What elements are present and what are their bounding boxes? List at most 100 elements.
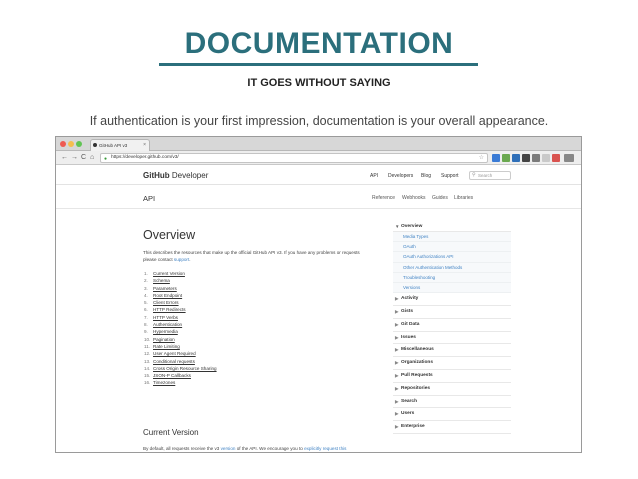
nav-support[interactable]: Support (441, 173, 459, 179)
toc-link[interactable]: Authentication (153, 322, 182, 327)
toc-link[interactable]: Cross Origin Resource Sharing (153, 366, 217, 371)
toc-item: 1. Current Version (144, 270, 344, 277)
toc-link[interactable]: Conditional requests (153, 359, 195, 364)
sidebar-subitem[interactable]: Troubleshooting (393, 272, 511, 283)
tab-webhooks[interactable]: Webhooks (402, 195, 426, 201)
extension-icon[interactable] (532, 154, 540, 162)
toc-link[interactable]: Parameters (153, 286, 177, 291)
menu-icon[interactable] (564, 154, 574, 162)
logo-bold: GitHub (143, 171, 170, 180)
intro-end: . (189, 256, 191, 262)
toc-item: 13. Conditional requests (144, 358, 344, 365)
tab-reference[interactable]: Reference (372, 195, 395, 201)
sidebar-item[interactable]: ▶ Miscellaneous (393, 344, 511, 358)
reload-icon[interactable]: C (81, 153, 86, 162)
browser-tab[interactable]: GitHub API v3 × (90, 139, 150, 151)
sidebar-item-label: Search (401, 398, 417, 404)
sidebar-item-label: Git Data (401, 321, 420, 327)
sidebar-item-overview[interactable]: ▼ Overview (393, 221, 511, 232)
sidebar-subitem[interactable]: OAuth Authorizations API (393, 252, 511, 263)
browser-window: GitHub API v3 × ← → C ⌂ ● https://develo… (55, 136, 582, 453)
toc-item: 16. Timezones (144, 379, 344, 386)
toc-number: 2. (144, 278, 148, 284)
sidebar-subitem[interactable]: Versions (393, 282, 511, 294)
toc-number: 16. (144, 380, 151, 386)
toc-link[interactable]: Hypermedia (153, 329, 178, 334)
sidebar-subitem[interactable]: OAuth (393, 242, 511, 253)
support-link[interactable]: support (174, 257, 189, 262)
explicit-request-link[interactable]: explicitly request this (304, 446, 346, 451)
bookmark-star-icon[interactable]: ☆ (479, 154, 484, 162)
address-bar[interactable]: ● https://developer.github.com/v3/ ☆ (100, 153, 488, 163)
home-icon[interactable]: ⌂ (90, 153, 94, 162)
sidebar-item[interactable]: ▶ Gists (393, 306, 511, 319)
extension-icon[interactable] (492, 154, 500, 162)
caret-right-icon: ▶ (395, 385, 399, 391)
toc-number: 3. (144, 285, 148, 291)
tab-libraries[interactable]: Libraries (454, 195, 473, 201)
back-icon[interactable]: ← (61, 153, 68, 162)
site-logo[interactable]: GitHub Developer (143, 171, 208, 180)
sidebar-item[interactable]: ▶ Issues (393, 332, 511, 345)
toc-number: 1. (144, 271, 148, 276)
nav-developers[interactable]: Developers (388, 173, 413, 179)
toc-number: 7. (144, 314, 148, 320)
toc-link[interactable]: JSON-P Callbacks (153, 373, 191, 378)
api-subheader: API Reference Webhooks Guides Libraries (56, 185, 581, 209)
extension-icon[interactable] (502, 154, 510, 162)
toc-link[interactable]: Client Errors (153, 300, 179, 305)
sidebar-item-label: Repositories (401, 385, 431, 391)
sidebar-item[interactable]: ▶ Search (393, 396, 511, 409)
search-input[interactable]: ⚲ Search (469, 171, 511, 180)
toc-number: 8. (144, 322, 148, 328)
version-link[interactable]: version (221, 446, 236, 451)
sidebar-item[interactable]: ▶ Organizations (393, 357, 511, 370)
search-icon: ⚲ (472, 172, 476, 178)
toc-link[interactable]: Pagination (153, 337, 175, 342)
toc-link[interactable]: Schema (153, 278, 170, 283)
toc-link[interactable]: HTTP Verbs (153, 315, 178, 320)
toc-link[interactable]: HTTP Redirects (153, 307, 186, 312)
sidebar-item[interactable]: ▶ Pull Requests (393, 370, 511, 383)
toc-item: 8. Authentication (144, 321, 344, 328)
current-version-text: By default, all requests receive the v3 … (143, 446, 383, 451)
site-header: GitHub Developer API Developers Blog Sup… (56, 166, 581, 185)
extension-icon[interactable] (522, 154, 530, 162)
window-zoom-icon[interactable] (76, 141, 82, 147)
window-close-icon[interactable] (60, 141, 66, 147)
nav-blog[interactable]: Blog (421, 173, 431, 179)
extension-icon[interactable] (542, 154, 550, 162)
sidebar-item-label: Pull Requests (401, 372, 433, 378)
tab-close-icon[interactable]: × (143, 140, 146, 151)
github-favicon-icon (93, 143, 97, 147)
toc-item: 5. Client Errors (144, 299, 344, 306)
caret-right-icon: ▶ (395, 372, 399, 378)
tab-guides[interactable]: Guides (432, 195, 448, 201)
toc-link[interactable]: Rate Limiting (153, 344, 180, 349)
intro-paragraph: This describes the resources that make u… (143, 250, 373, 263)
sidebar-subitem[interactable]: Media Types (393, 232, 511, 243)
toc-link[interactable]: Timezones (153, 380, 175, 385)
sidebar-item[interactable]: ▶ Users (393, 408, 511, 422)
toc-link[interactable]: Root Endpoint (153, 293, 182, 298)
sidebar-item[interactable]: ▶ Git Data (393, 319, 511, 332)
sidebar-item-label: Organizations (401, 360, 433, 366)
toc-number: 6. (144, 307, 148, 313)
nav-api[interactable]: API (370, 173, 378, 179)
sidebar-item[interactable]: ▶ Activity (393, 293, 511, 306)
toc-link[interactable]: Current Version (153, 271, 185, 276)
section-title: API (143, 194, 156, 203)
toc-item: 3. Parameters (144, 285, 344, 292)
caret-right-icon: ▶ (395, 398, 399, 404)
sidebar-item[interactable]: ▶ Repositories (393, 383, 511, 396)
toc-item: 4. Root Endpoint (144, 292, 344, 299)
sidebar-subitem[interactable]: Other Authentication Methods (393, 262, 511, 273)
sidebar-item[interactable]: ▶ Enterprise (393, 421, 511, 434)
toc-item: 15. JSON-P Callbacks (144, 372, 344, 379)
window-minimize-icon[interactable] (68, 141, 74, 147)
extension-icon[interactable] (512, 154, 520, 162)
forward-icon[interactable]: → (71, 153, 78, 162)
toc-item: 2. Schema (144, 277, 344, 284)
toc-link[interactable]: User Agent Required (153, 351, 196, 356)
extension-icon[interactable] (552, 154, 560, 162)
